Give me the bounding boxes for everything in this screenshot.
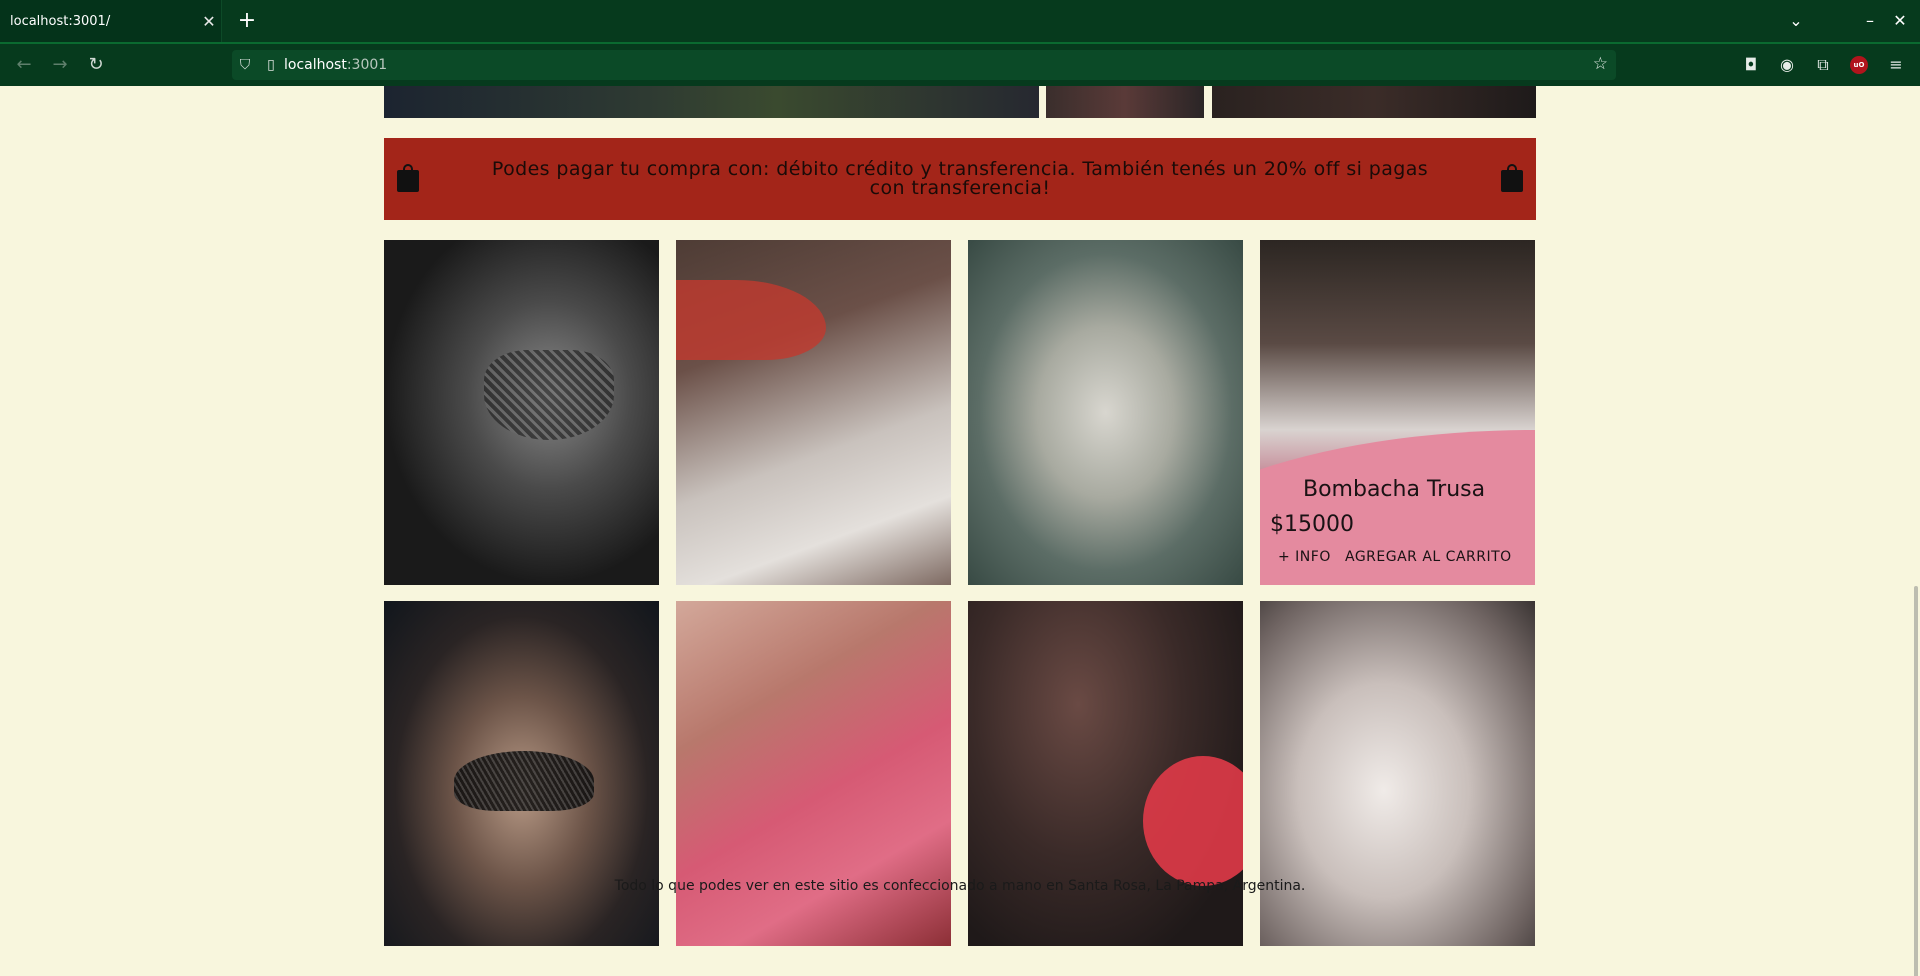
shield-icon[interactable]: ⛉ bbox=[232, 57, 258, 73]
product-card-hovered[interactable]: Bombacha Trusa $15000 + INFO AGREGAR AL … bbox=[1260, 240, 1535, 585]
tab-close-icon[interactable]: ✕ bbox=[197, 12, 221, 31]
url-port: :3001 bbox=[346, 57, 388, 73]
pocket-icon[interactable]: ◘ bbox=[1739, 53, 1763, 77]
gallery-image-top-right bbox=[1212, 86, 1536, 118]
back-arrow-icon[interactable]: ← bbox=[10, 51, 38, 79]
product-photo bbox=[676, 601, 951, 946]
product-photo bbox=[968, 240, 1243, 585]
url-bar[interactable]: ⛉ ▯ localhost:3001 ☆ bbox=[232, 50, 1616, 80]
product-card[interactable] bbox=[676, 601, 951, 946]
product-card[interactable] bbox=[1260, 601, 1535, 946]
shopping-bag-icon bbox=[1501, 164, 1523, 192]
shopping-bag-icon bbox=[397, 164, 419, 192]
add-to-cart-button[interactable]: AGREGAR AL CARRITO bbox=[1345, 549, 1512, 565]
ublock-origin-icon[interactable]: uO bbox=[1850, 56, 1868, 74]
reload-icon[interactable]: ↻ bbox=[82, 51, 110, 79]
url-host: localhost bbox=[284, 57, 347, 73]
product-photo bbox=[1260, 601, 1535, 946]
product-price: $15000 bbox=[1270, 512, 1354, 537]
account-icon[interactable]: ◉ bbox=[1775, 53, 1799, 77]
payment-info-banner: Podes pagar tu compra con: débito crédit… bbox=[384, 138, 1536, 220]
hamburger-menu-icon[interactable]: ≡ bbox=[1884, 53, 1908, 77]
gallery-image-top-left bbox=[384, 86, 1039, 118]
page-scrollbar[interactable] bbox=[1912, 86, 1920, 976]
product-photo bbox=[384, 240, 659, 585]
product-name: Bombacha Trusa bbox=[1303, 477, 1486, 502]
extensions-icon[interactable]: ⧉ bbox=[1811, 53, 1835, 77]
product-card[interactable] bbox=[968, 240, 1243, 585]
gallery-image-top-middle bbox=[1046, 86, 1204, 118]
product-card[interactable] bbox=[384, 240, 659, 585]
minimize-icon[interactable]: – bbox=[1857, 8, 1883, 34]
browser-tab[interactable]: localhost:3001/ ✕ bbox=[0, 0, 222, 42]
scrollbar-thumb[interactable] bbox=[1914, 586, 1918, 976]
page-icon[interactable]: ▯ bbox=[258, 57, 284, 73]
more-info-button[interactable]: + INFO bbox=[1278, 549, 1331, 565]
list-all-tabs-icon[interactable]: ⌄ bbox=[1783, 8, 1809, 34]
product-photo bbox=[384, 601, 659, 946]
product-card[interactable] bbox=[968, 601, 1243, 946]
product-card[interactable] bbox=[676, 240, 951, 585]
footer-handmade-text: Todo lo que podes ver en este sitio es c… bbox=[614, 878, 1306, 894]
browser-nav-bar: ← → ↻ ⛉ ▯ localhost:3001 ☆ ◘ ◉ ⧉ uO ≡ bbox=[0, 42, 1920, 86]
close-window-icon[interactable]: ✕ bbox=[1887, 8, 1913, 34]
bookmark-star-icon[interactable]: ☆ bbox=[1593, 54, 1608, 74]
product-card[interactable] bbox=[384, 601, 659, 946]
tab-title: localhost:3001/ bbox=[10, 13, 111, 29]
browser-tab-bar: localhost:3001/ ✕ + ⌄ – ✕ bbox=[0, 0, 1920, 42]
new-tab-button[interactable]: + bbox=[234, 8, 260, 34]
payment-info-text: Podes pagar tu compra con: débito crédit… bbox=[491, 158, 1429, 199]
product-photo bbox=[676, 240, 951, 585]
product-photo bbox=[968, 601, 1243, 946]
forward-arrow-icon[interactable]: → bbox=[46, 51, 74, 79]
page-content: Podes pagar tu compra con: débito crédit… bbox=[0, 86, 1920, 976]
